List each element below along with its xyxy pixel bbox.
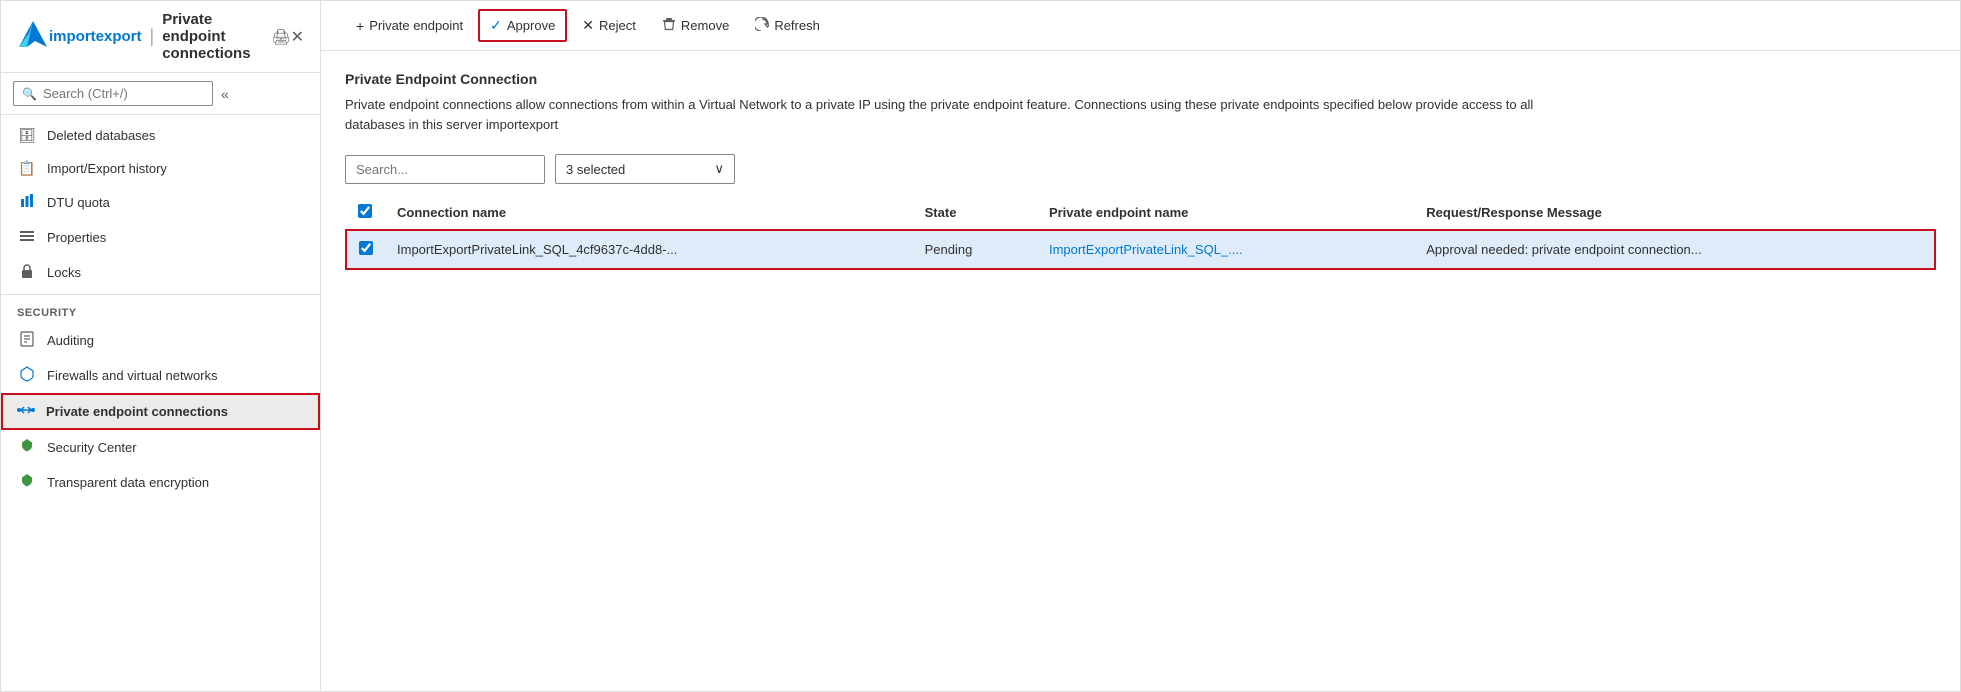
security-section-label: Security [1, 294, 320, 323]
message-cell: Approval needed: private endpoint connec… [1414, 230, 1935, 269]
sidebar-item-label: Transparent data encryption [47, 475, 209, 490]
security-center-icon [17, 438, 37, 457]
sidebar-item-import-export-history[interactable]: 📋 Import/Export history [1, 152, 320, 185]
sidebar-item-label: DTU quota [47, 195, 110, 210]
sidebar-header: importexport | Private endpoint connecti… [1, 1, 320, 73]
message-header: Request/Response Message [1414, 196, 1935, 230]
sidebar-item-label: Deleted databases [47, 128, 155, 143]
filter-dropdown[interactable]: 3 selected ∨ [555, 154, 735, 184]
trash-icon [662, 17, 676, 34]
search-container: 🔍 « [1, 73, 320, 115]
sidebar-item-label: Security Center [47, 440, 137, 455]
remove-button[interactable]: Remove [651, 10, 740, 41]
azure-logo-icon [17, 19, 49, 54]
search-box: 🔍 [13, 81, 213, 106]
sidebar-item-label: Firewalls and virtual networks [47, 368, 218, 383]
tde-icon [17, 473, 37, 492]
state-cell: Pending [913, 230, 1037, 269]
deleted-databases-icon: 🗄 [17, 127, 37, 144]
refresh-btn-label: Refresh [774, 18, 820, 33]
sidebar-item-firewalls[interactable]: Firewalls and virtual networks [1, 358, 320, 393]
private-endpoint-btn-label: Private endpoint [369, 18, 463, 33]
header-checkbox-cell [346, 196, 385, 230]
sidebar-item-label: Locks [47, 265, 81, 280]
sidebar-item-label: Properties [47, 230, 106, 245]
table-row[interactable]: ImportExportPrivateLink_SQL_4cf9637c-4dd… [346, 230, 1935, 269]
private-endpoint-name-header: Private endpoint name [1037, 196, 1414, 230]
sidebar-item-locks[interactable]: Locks [1, 255, 320, 290]
search-input[interactable] [43, 86, 193, 101]
close-button[interactable]: ✕ [291, 27, 304, 47]
locks-icon [17, 263, 37, 282]
section-title: Private Endpoint Connection [345, 71, 1936, 87]
filter-dropdown-value: 3 selected [566, 162, 625, 177]
reject-btn-label: Reject [599, 18, 636, 33]
plus-icon: + [356, 18, 364, 34]
collapse-icon[interactable]: « [221, 86, 229, 102]
auditing-icon [17, 331, 37, 350]
dtu-quota-icon [17, 193, 37, 212]
sidebar-item-private-endpoint-connections[interactable]: Private endpoint connections [1, 393, 320, 430]
filter-bar: 3 selected ∨ [345, 154, 1936, 184]
firewalls-icon [17, 366, 37, 385]
main-content: + Private endpoint ✓ Approve ✕ Reject Re… [321, 1, 1960, 691]
row-checkbox[interactable] [359, 241, 373, 255]
sidebar-item-label: Auditing [47, 333, 94, 348]
sidebar: importexport | Private endpoint connecti… [1, 1, 321, 691]
search-icon: 🔍 [22, 87, 37, 101]
page-title: Private endpoint connections [162, 11, 259, 62]
connection-name-header: Connection name [385, 196, 913, 230]
table-search-input[interactable] [345, 155, 545, 184]
private-endpoint-name-cell: ImportExportPrivateLink_SQL_.... [1037, 230, 1414, 269]
sidebar-item-label: Private endpoint connections [46, 404, 228, 419]
description-text: Private endpoint connections allow conne… [345, 95, 1545, 134]
refresh-icon [755, 17, 769, 34]
chevron-down-icon: ∨ [714, 161, 724, 177]
sidebar-item-transparent-data-encryption[interactable]: Transparent data encryption [1, 465, 320, 500]
approve-button[interactable]: ✓ Approve [478, 9, 567, 42]
sidebar-item-dtu-quota[interactable]: DTU quota [1, 185, 320, 220]
import-export-icon: 📋 [17, 160, 37, 177]
sidebar-item-properties[interactable]: Properties [1, 220, 320, 255]
properties-icon [17, 228, 37, 247]
checkmark-icon: ✓ [490, 17, 502, 34]
sidebar-item-deleted-databases[interactable]: 🗄 Deleted databases [1, 119, 320, 152]
connection-name-cell: ImportExportPrivateLink_SQL_4cf9637c-4dd… [385, 230, 913, 269]
reject-button[interactable]: ✕ Reject [571, 10, 647, 41]
x-icon: ✕ [582, 17, 594, 34]
row-checkbox-cell [346, 230, 385, 269]
connections-table: Connection name State Private endpoint n… [345, 196, 1936, 270]
private-endpoint-icon [16, 403, 36, 420]
resource-name: importexport [49, 28, 142, 45]
sidebar-item-label: Import/Export history [47, 161, 167, 176]
sidebar-item-auditing[interactable]: Auditing [1, 323, 320, 358]
select-all-checkbox[interactable] [358, 204, 372, 218]
state-header: State [913, 196, 1037, 230]
toolbar: + Private endpoint ✓ Approve ✕ Reject Re… [321, 1, 1960, 51]
refresh-button[interactable]: Refresh [744, 10, 831, 41]
print-icon[interactable]: 🖨 [272, 28, 291, 46]
sidebar-nav: 🗄 Deleted databases 📋 Import/Export hist… [1, 115, 320, 691]
content-area: Private Endpoint Connection Private endp… [321, 51, 1960, 691]
private-endpoint-link[interactable]: ImportExportPrivateLink_SQL_.... [1049, 242, 1243, 257]
private-endpoint-button[interactable]: + Private endpoint [345, 11, 474, 41]
approve-btn-label: Approve [507, 18, 555, 33]
remove-btn-label: Remove [681, 18, 729, 33]
sidebar-item-security-center[interactable]: Security Center [1, 430, 320, 465]
